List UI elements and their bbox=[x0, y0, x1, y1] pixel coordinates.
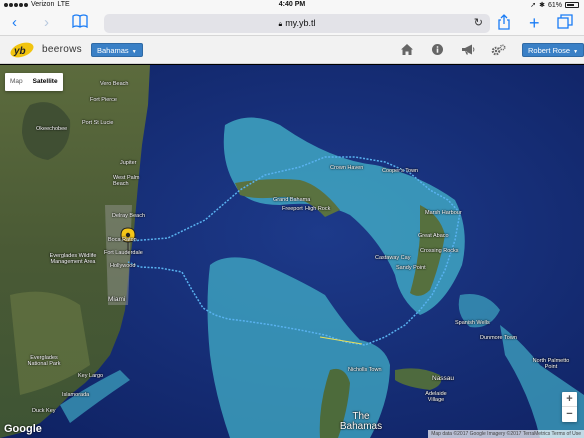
site-name: beerows bbox=[42, 44, 82, 55]
place-label: Great Abaco bbox=[418, 233, 449, 239]
user-dropdown-label: Robert Rose bbox=[528, 46, 571, 55]
zoom-control: + − bbox=[562, 392, 577, 422]
place-label: Okeechobee bbox=[36, 126, 68, 132]
place-label: Nassau bbox=[432, 375, 455, 382]
region-dropdown-label: Bahamas bbox=[97, 46, 129, 55]
caret-down-icon: ▼ bbox=[131, 49, 137, 55]
place-label: Spanish Wells bbox=[455, 320, 490, 326]
map-type-satellite-button[interactable]: Satellite bbox=[28, 73, 63, 91]
map-type-map-button[interactable]: Map bbox=[5, 73, 28, 91]
info-icon[interactable] bbox=[432, 44, 443, 58]
place-label: Everglades National Park bbox=[27, 355, 61, 367]
site-header: yb beerows Bahamas ▼ Robert Rose ▼ bbox=[0, 36, 584, 64]
place-label: Port St Lucie bbox=[82, 120, 114, 126]
place-label: Miami bbox=[108, 296, 126, 303]
place-label: Cooper's Town bbox=[382, 168, 419, 174]
place-label: Castaway Cay bbox=[375, 255, 411, 261]
map-attribution[interactable]: Map data ©2017 Google Imagery ©2017 Terr… bbox=[428, 430, 584, 438]
book-icon[interactable] bbox=[72, 14, 88, 33]
place-label: Adelaide Village bbox=[425, 391, 447, 403]
browser-toolbar: ‹ › 🔒︎ my.yb.tl ↻ + bbox=[0, 11, 584, 36]
place-label: Boca Raton bbox=[108, 237, 137, 243]
place-label: Delray Beach bbox=[112, 213, 146, 219]
place-label: Marsh Harbour bbox=[425, 210, 462, 216]
place-label: Grand Bahama bbox=[273, 197, 311, 203]
battery-percent: 61% bbox=[547, 1, 562, 9]
place-label: Islamorada bbox=[62, 392, 90, 398]
chevron-left-icon[interactable]: ‹ bbox=[12, 14, 17, 32]
place-label: West Palm Beach bbox=[113, 175, 140, 187]
google-logo: Google bbox=[4, 423, 42, 435]
zoom-out-button[interactable]: − bbox=[562, 407, 577, 422]
status-bar: Verizon LTE 4:40 PM ➚ ✱ 61% bbox=[0, 0, 584, 11]
home-icon[interactable] bbox=[401, 44, 413, 58]
place-label: Fort Pierce bbox=[90, 97, 117, 103]
region-dropdown[interactable]: Bahamas ▼ bbox=[91, 43, 143, 57]
place-label: High Rock bbox=[305, 206, 331, 212]
location-arrow-icon: ➚ bbox=[530, 2, 537, 9]
zoom-in-button[interactable]: + bbox=[562, 392, 577, 407]
lock-icon: 🔒︎ bbox=[278, 21, 283, 28]
bluetooth-icon: ✱ bbox=[539, 2, 545, 9]
plus-icon[interactable]: + bbox=[529, 14, 540, 32]
status-right: ➚ ✱ 61% bbox=[530, 1, 579, 9]
place-label: North Palmetto Point bbox=[532, 358, 570, 370]
map-type-control: Map Satellite bbox=[5, 73, 63, 91]
megaphone-icon[interactable] bbox=[462, 44, 475, 58]
place-label: Everglades Wildlife Management Area bbox=[49, 253, 97, 265]
chevron-right-icon[interactable]: › bbox=[44, 14, 49, 32]
place-label: Crown Haven bbox=[330, 165, 364, 171]
svg-text:yb: yb bbox=[13, 46, 26, 57]
place-label: Hollywood bbox=[110, 263, 136, 269]
place-label: Key Largo bbox=[78, 373, 104, 379]
place-label: Crossing Rocks bbox=[420, 248, 459, 254]
place-label: Freeport bbox=[282, 206, 303, 212]
map-view[interactable]: Vero Beach Fort Pierce Port St Lucie Oke… bbox=[0, 65, 584, 438]
settings-icon[interactable] bbox=[491, 44, 506, 59]
place-label: Jupiter bbox=[120, 160, 137, 166]
place-label: Dunmore Town bbox=[480, 335, 517, 341]
url-text: my.yb.tl bbox=[285, 18, 316, 28]
caret-down-icon: ▼ bbox=[573, 49, 579, 55]
place-label: Sandy Point bbox=[396, 265, 426, 271]
place-label: Nicholls Town bbox=[348, 367, 382, 373]
url-field[interactable]: 🔒︎ my.yb.tl ↻ bbox=[104, 14, 490, 33]
status-time: 4:40 PM bbox=[278, 1, 306, 8]
user-dropdown[interactable]: Robert Rose ▼ bbox=[522, 43, 584, 57]
reload-icon[interactable]: ↻ bbox=[474, 14, 483, 33]
yb-logo[interactable]: yb bbox=[9, 42, 35, 58]
place-label: Fort Lauderdale bbox=[104, 250, 143, 256]
tabs-icon[interactable] bbox=[557, 14, 573, 34]
share-icon[interactable] bbox=[497, 14, 511, 34]
country-label: The Bahamas bbox=[339, 411, 383, 432]
place-label: Duck Key bbox=[32, 408, 56, 414]
place-label: Vero Beach bbox=[100, 81, 129, 87]
battery-icon bbox=[565, 2, 579, 8]
